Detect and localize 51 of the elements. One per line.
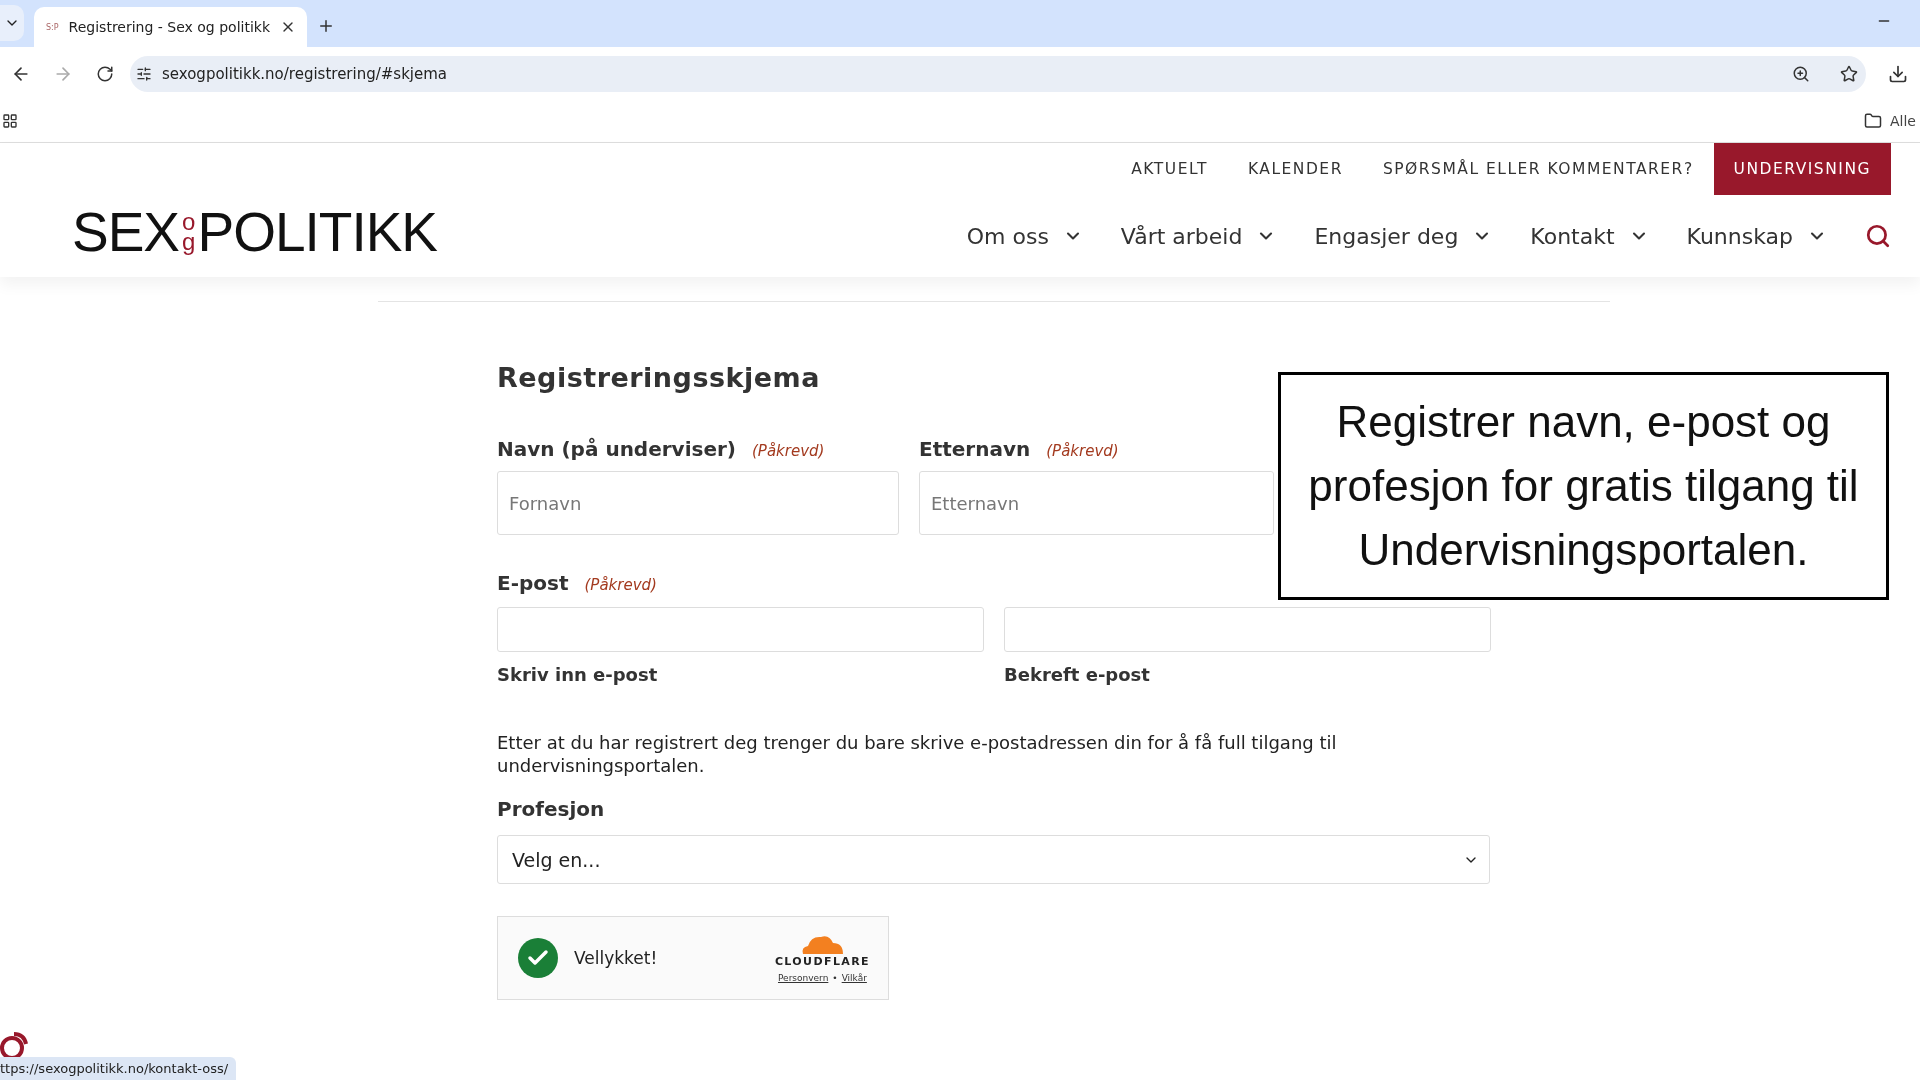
form-title: Registreringsskjema <box>497 362 821 393</box>
star-icon[interactable] <box>1840 64 1858 83</box>
cloudflare-logo-text: CLOUDFLARE <box>774 955 870 968</box>
text-field[interactable]: Fornavn <box>497 471 899 535</box>
callout-text: Registrer navn, e-post og profesjon for gratis tilgang til Undervisningsportalen. <box>1307 396 1860 576</box>
new-tab-icon[interactable] <box>317 17 335 35</box>
top-link[interactable]: SPØRSMÅL ELLER KOMMENTARER? <box>1362 143 1714 195</box>
field-label: Navn (på underviser) <box>497 437 736 461</box>
url-text: sexogpolitikk.no/registrering/#skjema <box>162 64 449 83</box>
email-field[interactable] <box>1004 607 1491 652</box>
top-link[interactable]: KALENDER <box>1227 143 1363 195</box>
email-field[interactable] <box>497 607 984 652</box>
logo-text: og <box>181 211 196 253</box>
required-note: (Påkrevd) <box>752 442 825 460</box>
nav-menu-item[interactable]: Vårt arbeid <box>1120 223 1277 249</box>
tab-title: Registrering - Sex og politikk <box>68 19 271 35</box>
logo-text: SEX <box>72 204 180 260</box>
browser-tab[interactable]: S:P Registrering - Sex og politikk <box>34 7 307 47</box>
folder-icon <box>1864 112 1882 130</box>
info-paragraph: Etter at du har registrert deg trenger du bare skrive e-postadressen din for å få full tilgang til undervisningsportalen. <box>497 731 1338 777</box>
address-bar[interactable]: sexogpolitikk.no/registrering/#skjema <box>130 55 1866 92</box>
captcha-status: Vellykket! <box>574 948 659 968</box>
nav-menu-item[interactable]: Kontakt <box>1530 223 1649 249</box>
nav-menu-item[interactable]: Om oss <box>966 223 1083 249</box>
bookmark-folder[interactable]: Alle <box>1890 113 1916 129</box>
logo-text: POLITIKK <box>197 204 438 260</box>
text-field[interactable]: Etternavn <box>919 471 1274 535</box>
field-sublabel: Bekreft e-post <box>1004 664 1151 685</box>
separator-dot: • <box>832 973 838 983</box>
site-settings-icon[interactable] <box>136 65 152 82</box>
terms-link[interactable]: Vilkår <box>841 973 867 983</box>
required-note: (Påkrevd) <box>1046 442 1119 460</box>
tab-list-button[interactable] <box>0 5 24 41</box>
privacy-link[interactable]: Personvern <box>778 973 829 983</box>
accessibility-badge-icon[interactable] <box>0 1032 30 1058</box>
download-icon[interactable] <box>1888 63 1908 84</box>
search-icon[interactable] <box>1865 223 1891 249</box>
status-bar-url: ttps://sexogpolitikk.no/kontakt-oss/ <box>0 1057 237 1080</box>
required-note: (Påkrevd) <box>584 576 657 594</box>
tab-favicon: S:P <box>46 22 59 32</box>
top-link[interactable]: AKTUELT <box>1111 143 1228 195</box>
nav-menu-item[interactable]: Kunnskap <box>1686 223 1827 249</box>
top-link[interactable]: UNDERVISNING <box>1713 143 1891 195</box>
field-label: Profesjon <box>497 797 606 821</box>
profession-select[interactable]: Velg en... <box>497 835 1490 884</box>
field-label: E-post <box>497 571 569 595</box>
field-label: Etternavn <box>919 437 1031 461</box>
apps-icon[interactable] <box>2 113 18 129</box>
zoom-icon[interactable] <box>1792 64 1810 83</box>
nav-menu-item[interactable]: Engasjer deg <box>1314 223 1493 249</box>
field-sublabel: Skriv inn e-post <box>497 664 659 685</box>
